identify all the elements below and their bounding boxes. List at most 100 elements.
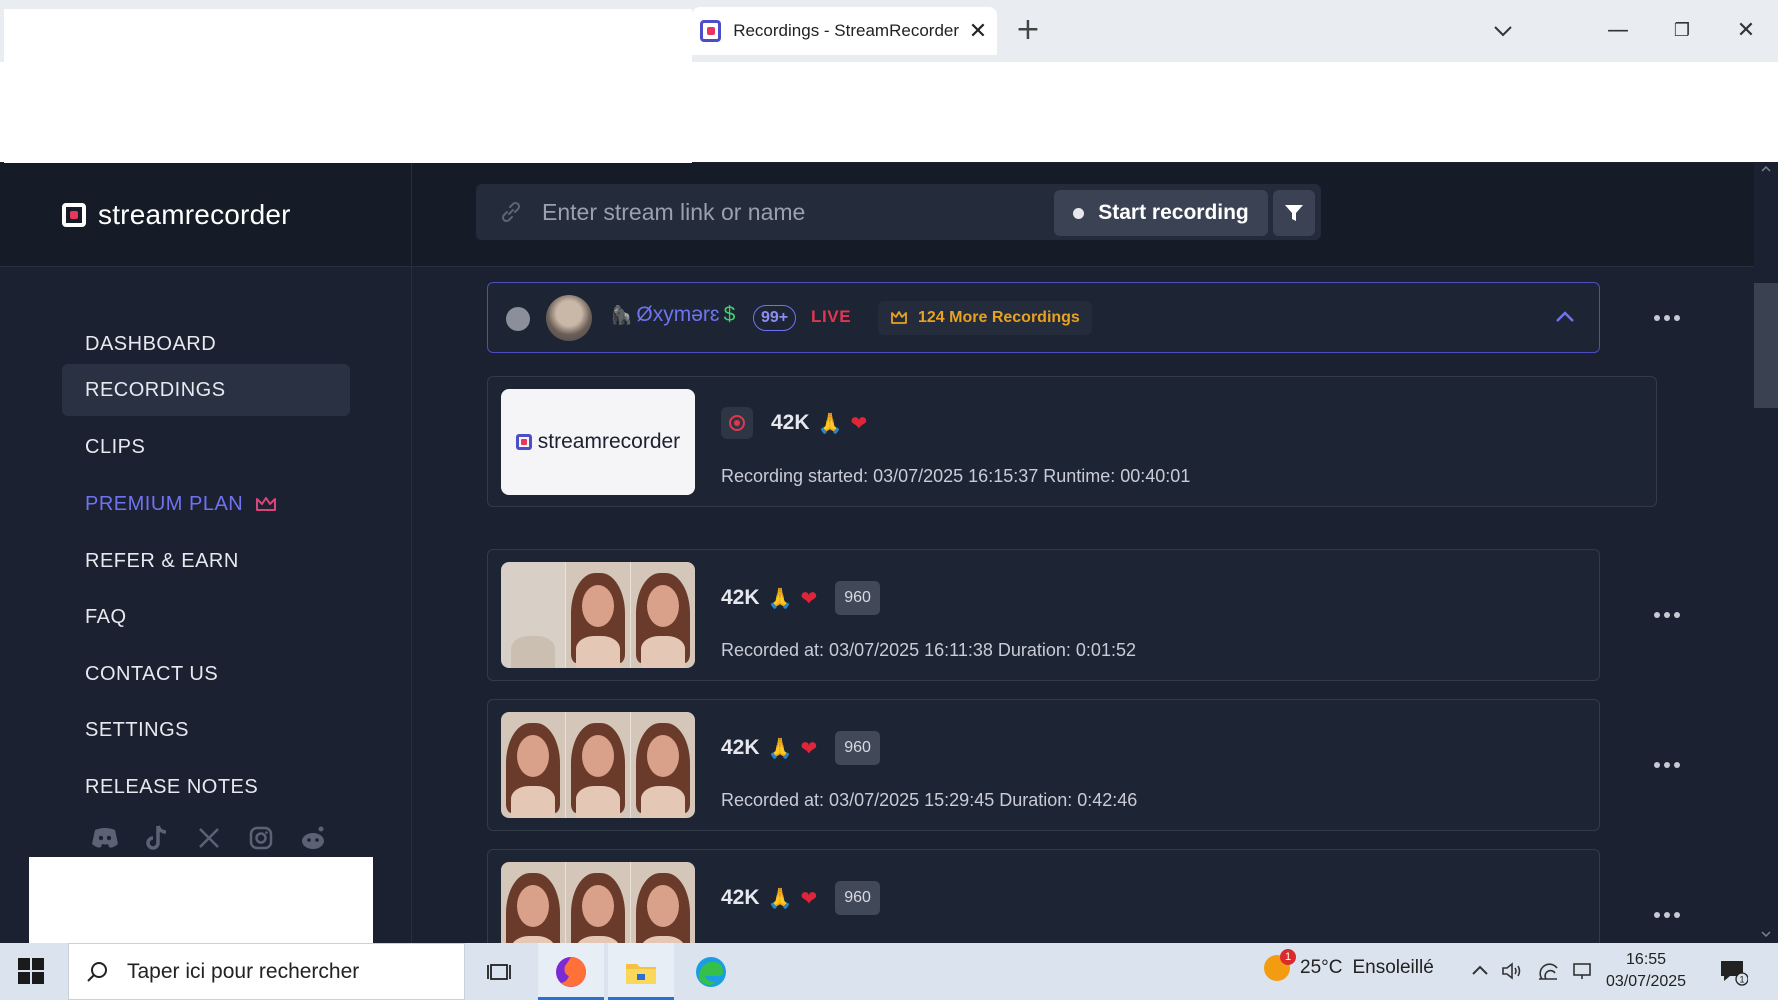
link-icon [501,201,521,223]
start-recording-button[interactable]: Start recording [1054,190,1268,236]
recordings-main: 🦍 Øxymərɛ $ 99+ LIVE 124 More Recordings… [447,268,1722,943]
thumbnail-frame [501,562,566,668]
logo-text: streamrecorder [98,199,291,230]
tab-list-chevron-icon[interactable] [1488,16,1518,46]
sidebar-item-refer-earn[interactable]: REFER & EARN [62,535,350,587]
sidebar-item-premium-plan[interactable]: PREMIUM PLAN [62,478,350,530]
system-clock[interactable]: 16:55 03/07/2025 [1606,949,1686,993]
clock-date: 03/07/2025 [1606,973,1687,990]
recording-title-text: 42K [771,411,810,434]
sidebar-item-recordings[interactable]: RECORDINGS [62,364,350,416]
more-recordings-button[interactable]: 124 More Recordings [878,301,1092,335]
sidebar-item-release-notes[interactable]: RELEASE NOTES [62,761,350,813]
sidebar-item-label: PREMIUM PLAN [85,492,244,515]
edge-icon[interactable] [678,943,744,1000]
windows-start-icon[interactable] [18,958,44,984]
weather-widget[interactable]: 1 25°C Ensoleillé [1264,949,1434,981]
recording-thumbnail[interactable] [501,862,695,943]
thumbnail-frame [501,712,566,818]
thumbnail-frame [631,562,695,668]
start-recording-label: Start recording [1098,201,1249,224]
streamrecorder-favicon-icon [700,20,722,42]
sidebar-item-dashboard[interactable]: DASHBOARD [62,318,350,370]
sidebar-item-settings[interactable]: SETTINGS [62,704,350,756]
tray-overflow-chevron-icon[interactable] [1468,959,1492,983]
weather-badge: 1 [1280,949,1296,965]
recording-thumbnail[interactable] [501,562,695,668]
weather-condition: Ensoleillé [1352,957,1434,978]
recording-card[interactable]: 42K 🙏 ❤ 960 Recorded at: 03/07/2025 15:2… [487,699,1600,831]
scroll-down-arrow-icon[interactable] [1760,928,1772,940]
gorilla-emoji: 🦍 [610,304,633,325]
tiktok-icon[interactable] [142,823,172,853]
live-recording-thumbnail[interactable]: streamrecorder [501,389,695,495]
taskbar-search[interactable]: Taper ici pour rechercher [68,943,465,1000]
search-icon [87,961,107,982]
sidebar-item-label: REFER & EARN [85,549,239,572]
weather-temperature: 25°C [1300,957,1343,978]
sidebar-item-label: FAQ [85,605,127,628]
stream-link-input[interactable] [542,184,1022,240]
sidebar-item-faq[interactable]: FAQ [62,591,350,643]
collapse-chevron-up-icon[interactable] [1553,305,1577,329]
channel-header-card[interactable]: 🦍 Øxymərɛ $ 99+ LIVE 124 More Recordings [487,282,1600,353]
recording-meta: Recorded at: 03/07/2025 15:29:45 Duratio… [721,790,1138,810]
pray-emoji: 🙏 [817,411,843,435]
window-close-button[interactable]: ✕ [1726,14,1766,48]
recording-title: 42K 🙏 ❤ 960 [721,731,880,765]
minimize-button[interactable]: — [1598,14,1638,48]
display-icon[interactable] [1570,959,1594,983]
recording-card[interactable]: 42K 🙏 ❤ 960 Recorded at: 03/07/2025 16:1… [487,549,1600,681]
sidebar: DASHBOARD RECORDINGS CLIPS PREMIUM PLAN … [0,268,411,943]
recording-target-icon [721,407,753,439]
maximize-button[interactable]: ❐ [1662,14,1702,48]
pray-emoji: 🙏 [767,586,793,610]
live-recording-card[interactable]: streamrecorder 42K 🙏 ❤ Recording started… [487,376,1657,507]
new-tab-button[interactable]: + [1010,12,1046,48]
recording-thumbnail[interactable] [501,712,695,818]
recording-title-text: 42K [721,736,760,759]
redacted-block [4,9,692,164]
x-icon[interactable] [194,823,224,853]
crown-icon [256,497,277,511]
volume-icon[interactable] [1500,959,1524,983]
heart-emoji: ❤ [800,586,818,610]
resolution-badge: 960 [835,581,880,615]
instagram-icon[interactable] [246,823,276,853]
page-scrollbar[interactable] [1754,163,1778,943]
more-recordings-label: 124 More Recordings [918,309,1080,326]
app-logo[interactable]: streamrecorder [62,199,291,231]
notifications-icon[interactable]: 1 [1718,957,1748,987]
recording-title: 42K 🙏 ❤ 960 [721,881,880,915]
heart-emoji: ❤ [800,736,818,760]
live-recording-title: 42K 🙏 ❤ [721,407,867,439]
channel-more-options-button[interactable] [1647,303,1687,333]
firefox-icon[interactable] [538,943,604,1000]
browser-tab[interactable]: Recordings - StreamRecorder ✕ [692,7,997,55]
thumbnail-logo: streamrecorder [515,430,680,454]
recording-more-options-button[interactable] [1647,750,1687,780]
recording-more-options-button[interactable] [1647,600,1687,630]
recording-meta: Recorded at: 03/07/2025 16:11:38 Duratio… [721,640,1136,660]
pray-emoji: 🙏 [767,736,793,760]
sidebar-item-clips[interactable]: CLIPS [62,421,350,473]
resolution-badge: 960 [835,731,880,765]
sidebar-item-contact-us[interactable]: CONTACT US [62,648,350,700]
filter-button[interactable] [1273,190,1315,236]
filter-icon [1285,205,1303,221]
channel-name-text: Øxymərɛ [636,303,720,326]
sidebar-item-label: RELEASE NOTES [85,775,259,798]
recording-more-options-button[interactable] [1647,900,1687,930]
scroll-thumb[interactable] [1754,283,1778,408]
recording-card[interactable]: 42K 🙏 ❤ 960 [487,849,1600,943]
recordings-count-badge: 99+ [753,305,797,331]
tab-close-button[interactable]: ✕ [959,18,997,44]
scroll-up-arrow-icon[interactable] [1760,163,1772,175]
discord-icon[interactable] [90,823,120,853]
task-view-icon[interactable] [467,943,533,1000]
file-explorer-icon[interactable] [608,943,674,1000]
sidebar-item-label: DASHBOARD [85,332,217,355]
reddit-icon[interactable] [298,823,328,853]
channel-name[interactable]: 🦍 Øxymərɛ $ [610,303,735,327]
network-icon[interactable] [1536,959,1560,983]
